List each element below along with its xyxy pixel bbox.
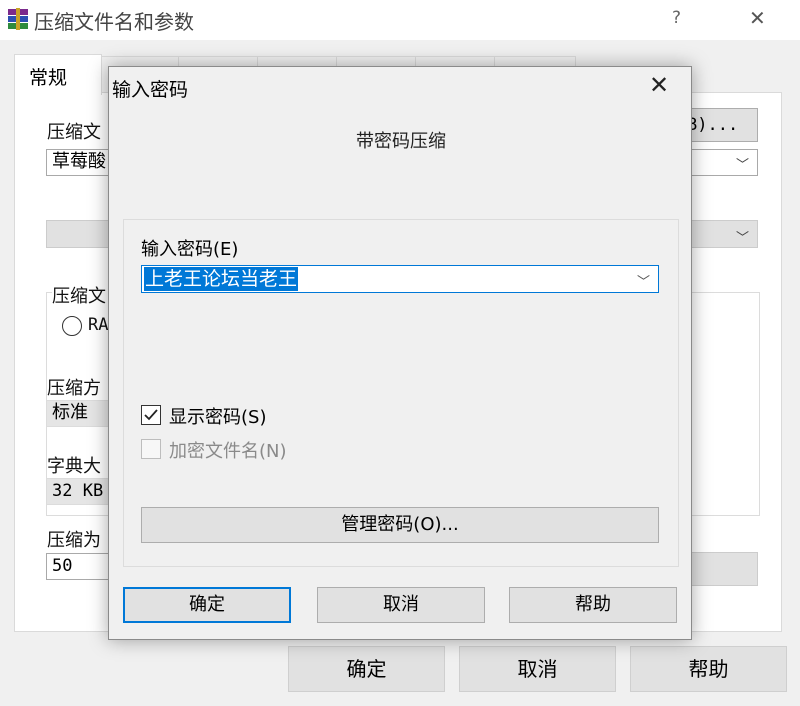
help-icon[interactable]: ? bbox=[672, 8, 681, 28]
dialog-close-icon[interactable]: ✕ bbox=[649, 71, 669, 99]
tab-general-label: 常规 bbox=[29, 67, 68, 89]
format-group-label: 压缩文 bbox=[52, 282, 108, 308]
dialog-subtitle: 带密码压缩 bbox=[356, 131, 446, 152]
manage-passwords-button[interactable]: 管理密码(O)... bbox=[141, 507, 659, 543]
archive-name-label: 压缩文 bbox=[47, 122, 101, 143]
archive-name-value: 草莓酸 bbox=[52, 151, 106, 172]
tab-general[interactable]: 常规 bbox=[14, 54, 102, 95]
dialog-title: 输入密码 bbox=[112, 79, 189, 101]
method-label: 压缩方 bbox=[47, 378, 101, 399]
main-cancel-label: 取消 bbox=[517, 657, 558, 681]
main-ok-button[interactable]: 确定 bbox=[288, 646, 445, 692]
encrypt-names-label: 加密文件名(N) bbox=[169, 441, 287, 462]
dialog-help-label: 帮助 bbox=[575, 594, 611, 615]
main-help-label: 帮助 bbox=[688, 657, 729, 681]
chevron-down-icon[interactable]: ﹀ bbox=[736, 227, 749, 246]
split-combo[interactable]: 50 bbox=[46, 553, 116, 580]
password-combobox[interactable]: 上老王论坛当老王 ﹀ bbox=[141, 265, 659, 293]
dialog-cancel-button[interactable]: 取消 bbox=[317, 587, 485, 623]
encrypt-names-checkbox[interactable] bbox=[141, 439, 161, 459]
rar-radio-label: RA bbox=[88, 315, 109, 335]
password-label: 输入密码(E) bbox=[141, 239, 239, 260]
main-help-button[interactable]: 帮助 bbox=[630, 646, 787, 692]
winrar-icon bbox=[8, 8, 28, 30]
checkmark-icon bbox=[144, 409, 158, 421]
show-password-checkbox[interactable] bbox=[141, 405, 161, 425]
dialog-ok-button[interactable]: 确定 bbox=[123, 587, 291, 623]
dictionary-combo[interactable]: 32 KB bbox=[46, 478, 116, 505]
main-ok-label: 确定 bbox=[346, 657, 387, 681]
main-titlebar: 压缩文件名和参数 ? ✕ bbox=[0, 0, 800, 40]
split-value: 50 bbox=[52, 556, 73, 576]
show-password-label: 显示密码(S) bbox=[169, 407, 267, 428]
chevron-down-icon[interactable]: ﹀ bbox=[736, 154, 749, 173]
main-close-icon[interactable]: ✕ bbox=[749, 6, 766, 30]
main-window-title: 压缩文件名和参数 bbox=[34, 10, 194, 34]
method-combo[interactable]: 标准 bbox=[46, 400, 116, 427]
main-cancel-button[interactable]: 取消 bbox=[459, 646, 616, 692]
dialog-help-button[interactable]: 帮助 bbox=[509, 587, 677, 623]
method-value: 标准 bbox=[52, 402, 88, 423]
password-dialog: 输入密码 ✕ 带密码压缩 输入密码(E) 上老王论坛当老王 ﹀ 显示密码(S) … bbox=[108, 66, 692, 640]
dialog-cancel-label: 取消 bbox=[383, 594, 419, 615]
dictionary-label: 字典大 bbox=[47, 456, 101, 477]
browse-button-label: B)... bbox=[687, 115, 739, 135]
split-label: 压缩为 bbox=[47, 530, 101, 551]
manage-passwords-label: 管理密码(O)... bbox=[341, 514, 459, 535]
dictionary-value: 32 KB bbox=[52, 481, 104, 501]
rar-radio[interactable] bbox=[62, 316, 82, 336]
chevron-down-icon[interactable]: ﹀ bbox=[637, 271, 650, 290]
password-value[interactable]: 上老王论坛当老王 bbox=[144, 267, 299, 291]
dialog-ok-label: 确定 bbox=[189, 594, 225, 615]
